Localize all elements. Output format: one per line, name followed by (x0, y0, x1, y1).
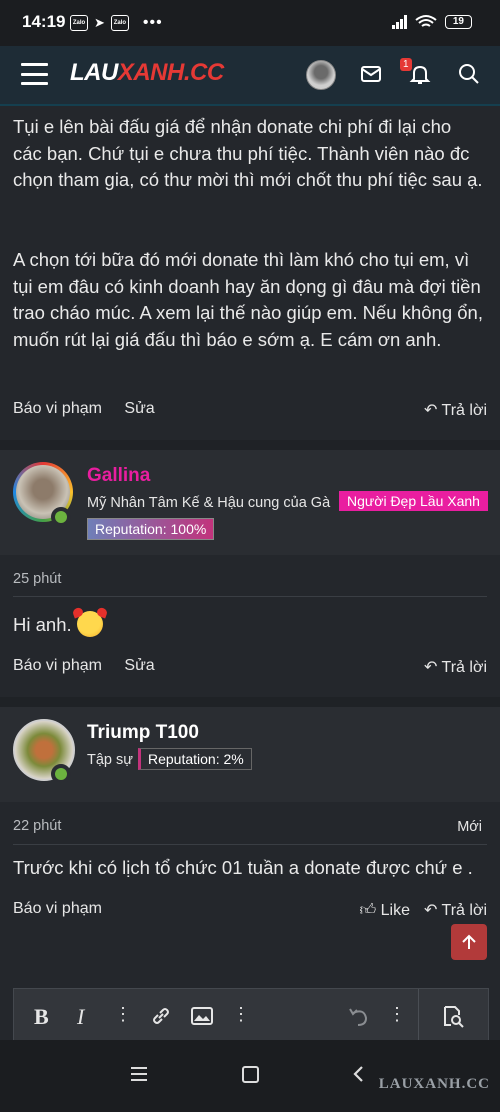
back-icon[interactable] (352, 1065, 364, 1083)
italic-icon[interactable]: I (77, 1004, 84, 1030)
post-time[interactable]: 22 phút (13, 818, 61, 834)
reply-button[interactable]: ↶ Trả lời (424, 657, 487, 677)
signal-icon (391, 15, 407, 29)
zalo-icon: Zalo (110, 15, 129, 31)
image-icon[interactable] (191, 1006, 213, 1026)
zalo-icon: Zalo (70, 15, 88, 31)
post-actions: Báo vi phạm 👍︎ Like ↶ Trả lời (13, 900, 487, 922)
report-link[interactable]: Báo vi phạm (13, 400, 102, 417)
clock: 14:19 (22, 12, 66, 31)
post-text: A chọn tới bữa đó mới donate thì làm khó… (13, 249, 483, 350)
wifi-icon (415, 15, 437, 27)
scroll-to-top-button[interactable] (451, 924, 487, 960)
reply-icon: ↶ (423, 402, 438, 419)
menu-icon[interactable] (21, 63, 48, 85)
home-icon[interactable] (242, 1066, 259, 1083)
user-avatar[interactable] (306, 60, 336, 90)
user-title: Mỹ Nhân Tâm Kế & Hậu cung của Gà (87, 495, 331, 511)
bold-icon[interactable]: B (34, 1004, 49, 1030)
editor-toolbar: B I ⋮ ⋮ ⋮ (13, 988, 489, 1046)
search-icon[interactable] (458, 63, 480, 85)
telegram-icon: ➤ (94, 15, 105, 30)
new-label: Mới (457, 819, 482, 835)
like-button[interactable]: 👍︎ Like (359, 901, 410, 920)
notification-badge: 1 (400, 58, 412, 71)
site-header: LAUXANH.CC 1 (0, 46, 500, 106)
mail-icon[interactable] (360, 63, 382, 85)
link-icon[interactable] (150, 1005, 172, 1027)
report-link[interactable]: Báo vi phạm (13, 900, 102, 917)
bell-icon[interactable] (409, 63, 431, 85)
post-divider (0, 697, 500, 707)
online-status-icon (51, 764, 71, 784)
reply-button[interactable]: ↶ Trả lời (424, 400, 487, 420)
more-options-icon[interactable]: ⋮ (114, 1004, 132, 1025)
reputation-badge: Reputation: 2% (138, 748, 252, 770)
post-actions: Báo vi phạm Sửa ↶ Trả lời (13, 657, 487, 679)
thumbs-up-icon: 👍︎ (359, 901, 377, 919)
username[interactable]: Triump T100 (87, 722, 199, 744)
recent-apps-icon[interactable] (131, 1067, 147, 1081)
separator (13, 596, 487, 597)
user-banner: Người Đẹp Lầu Xanh (339, 491, 488, 511)
reply-icon: ↶ (423, 659, 438, 676)
edit-link[interactable]: Sửa (124, 657, 154, 674)
status-bar: 14:19 Zalo ➤ Zalo ••• 19 (0, 0, 500, 46)
undo-icon[interactable] (347, 1006, 369, 1028)
edit-link[interactable]: Sửa (124, 400, 154, 417)
post-divider (0, 440, 500, 450)
username[interactable]: Gallina (87, 465, 150, 487)
reputation-badge: Reputation: 100% (87, 518, 215, 540)
post-text: Trước khi có lịch tổ chức 01 tuần a dona… (13, 857, 473, 878)
more-options-icon[interactable]: ⋮ (232, 1004, 250, 1025)
arrow-up-icon (462, 934, 476, 949)
user-info-block: Triump T100 Tập sự Reputation: 2% (0, 707, 500, 802)
watermark: LAUXANH.CC (378, 1076, 490, 1092)
more-notifications-icon: ••• (142, 14, 163, 31)
reply-icon: ↶ (423, 902, 438, 919)
site-logo[interactable]: LAUXANH.CC (70, 59, 224, 87)
online-status-icon (51, 507, 71, 527)
post-text: Tụi e lên bài đấu giá để nhận donate chi… (13, 116, 483, 190)
post-time[interactable]: 25 phút (13, 571, 61, 587)
user-info-block: Gallina Mỹ Nhân Tâm Kế & Hậu cung của Gà… (0, 450, 500, 555)
separator (13, 844, 487, 845)
preview-icon[interactable] (441, 1005, 465, 1029)
report-link[interactable]: Báo vi phạm (13, 657, 102, 674)
post-text: Hi anh. (13, 611, 483, 639)
reply-button[interactable]: ↶ Trả lời (424, 900, 487, 920)
battery-icon: 19 (444, 15, 472, 29)
hearts-emoji-icon (76, 611, 103, 637)
more-options-icon[interactable]: ⋮ (388, 1004, 406, 1025)
user-title: Tập sự (87, 752, 133, 768)
post-actions: Báo vi phạm Sửa ↶ Trả lời (13, 400, 487, 422)
